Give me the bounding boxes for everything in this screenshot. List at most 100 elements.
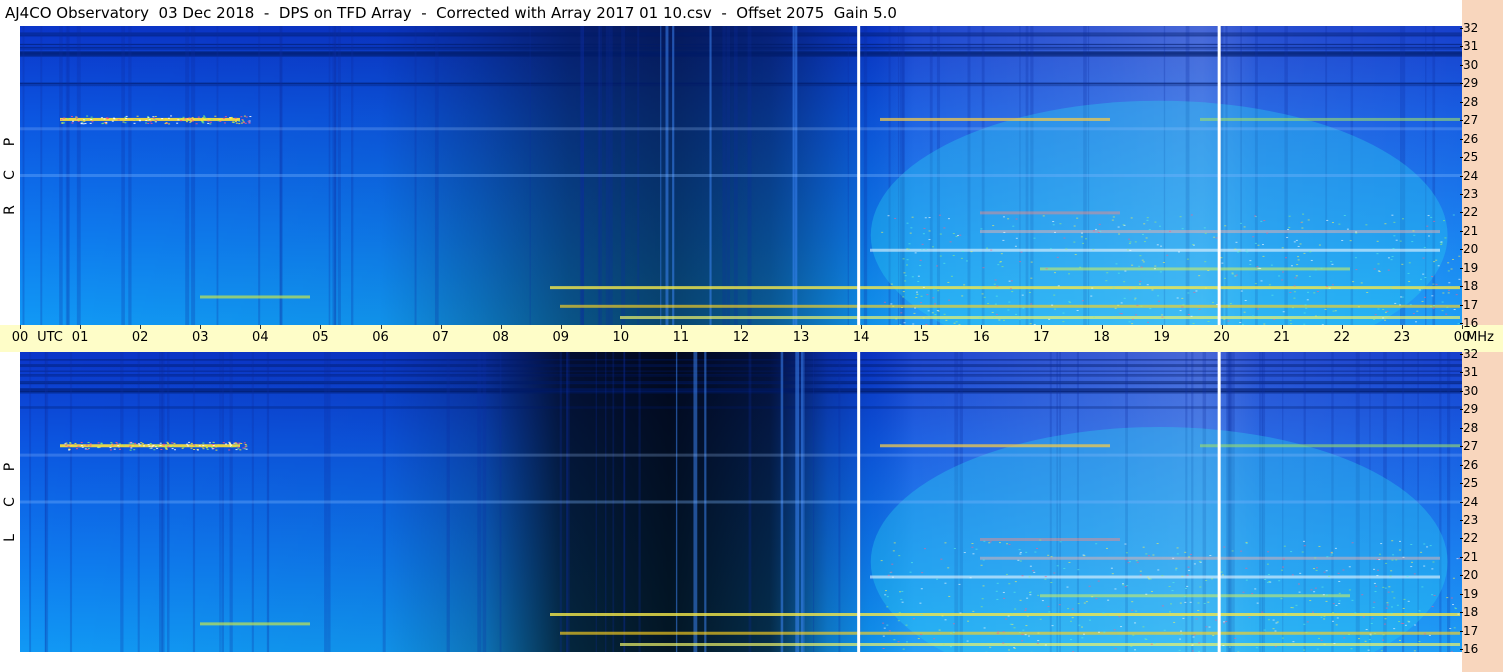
emission-speckle: [1028, 576, 1031, 578]
emission-speckle: [1150, 643, 1153, 645]
emission-speckle: [887, 215, 890, 217]
emission-speckle: [1005, 618, 1008, 620]
emission-speckle: [966, 640, 969, 642]
emission-speckle: [1136, 304, 1139, 306]
emission-speckle: [1331, 222, 1334, 224]
emission-speckle: [1085, 601, 1088, 603]
emission-speckle: [1140, 305, 1143, 307]
emission-speckle: [1025, 625, 1028, 627]
emission-speckle: [1063, 567, 1066, 569]
emission-speckle: [1455, 294, 1458, 296]
emission-speckle: [1320, 616, 1323, 618]
emission-speckle: [237, 446, 240, 448]
emission-speckle: [1450, 268, 1453, 270]
emission-speckle: [84, 118, 87, 120]
emission-speckle: [1062, 321, 1065, 323]
emission-speckle: [1222, 644, 1225, 646]
emission-speckle: [1281, 279, 1284, 281]
emission-speckle: [1011, 613, 1014, 615]
emission-speckle: [1281, 247, 1284, 249]
freq-tick-label: 21: [1459, 223, 1479, 238]
emission-speckle: [1131, 601, 1134, 603]
emission-speckle: [243, 115, 246, 117]
emission-speckle: [990, 249, 993, 251]
emission-speckle: [1276, 621, 1279, 623]
emission-speckle: [1453, 308, 1456, 310]
emission-speckle: [1130, 645, 1133, 647]
emission-speckle: [189, 121, 192, 123]
emission-speckle: [201, 446, 204, 448]
emission-speckle: [1190, 315, 1193, 317]
emission-speckle: [989, 541, 992, 543]
emission-speckle: [211, 448, 214, 450]
emission-speckle: [1193, 563, 1196, 565]
emission-speckle: [1009, 288, 1012, 290]
emission-speckle: [1112, 216, 1115, 218]
emission-speckle: [1130, 217, 1133, 219]
emission-speckle: [151, 445, 154, 447]
emission-speckle: [1395, 239, 1398, 241]
emission-speckle: [147, 444, 150, 446]
emission-speckle: [997, 264, 1000, 266]
emission-speckle: [981, 293, 984, 295]
emission-speckle: [1330, 554, 1333, 556]
emission-speckle: [996, 598, 999, 600]
emission-speckle: [912, 618, 915, 620]
emission-speckle: [123, 444, 126, 446]
emission-speckle: [1014, 245, 1017, 247]
emission-band: [980, 211, 1120, 215]
emission-speckle: [1334, 310, 1337, 312]
emission-speckle: [1190, 214, 1193, 216]
emission-speckle: [1304, 304, 1307, 306]
emission-speckle: [124, 119, 127, 121]
emission-speckle: [188, 117, 191, 119]
emission-speckle: [1131, 318, 1134, 320]
emission-speckle: [245, 448, 248, 450]
emission-speckle: [1071, 617, 1074, 619]
emission-speckle: [1420, 551, 1423, 553]
emission-speckle: [1440, 241, 1443, 243]
emission-speckle: [1081, 232, 1084, 234]
emission-speckle: [1391, 540, 1394, 542]
emission-speckle: [1380, 543, 1383, 545]
emission-speckle: [1024, 634, 1027, 636]
emission-speckle: [917, 638, 920, 640]
emission-speckle: [1243, 226, 1246, 228]
emission-speckle: [1324, 308, 1327, 310]
emission-speckle: [995, 313, 998, 315]
emission-speckle: [1331, 620, 1334, 622]
emission-speckle: [137, 443, 140, 445]
emission-speckle: [1374, 632, 1377, 634]
emission-speckle: [1373, 268, 1376, 270]
emission-speckle: [1310, 589, 1313, 591]
emission-speckle: [202, 115, 205, 117]
emission-speckle: [1036, 547, 1039, 549]
emission-speckle: [224, 116, 227, 118]
emission-speckle: [1293, 291, 1296, 293]
emission-speckle: [916, 293, 919, 295]
emission-speckle: [1413, 234, 1416, 236]
emission-speckle: [1214, 619, 1217, 621]
emission-speckle: [116, 443, 119, 445]
emission-speckle: [1138, 265, 1141, 267]
emission-speckle: [1314, 587, 1317, 589]
emission-speckle: [1059, 223, 1062, 225]
emission-speckle: [956, 235, 959, 237]
emission-speckle: [952, 255, 955, 257]
emission-speckle: [1156, 543, 1159, 545]
emission-speckle: [1026, 615, 1029, 617]
emission-speckle: [1220, 571, 1223, 573]
emission-speckle: [1184, 595, 1187, 597]
emission-speckle: [1037, 594, 1040, 596]
emission-speckle: [1266, 232, 1269, 234]
emission-speckle: [880, 560, 883, 562]
emission-speckle: [1401, 218, 1404, 220]
emission-band: [870, 575, 1440, 579]
emission-speckle: [1422, 257, 1425, 259]
emission-speckle: [171, 448, 174, 450]
emission-speckle: [1301, 221, 1304, 223]
emission-speckle: [1184, 601, 1187, 603]
emission-speckle: [1002, 239, 1005, 241]
emission-speckle: [1037, 632, 1040, 634]
emission-speckle: [1373, 582, 1376, 584]
